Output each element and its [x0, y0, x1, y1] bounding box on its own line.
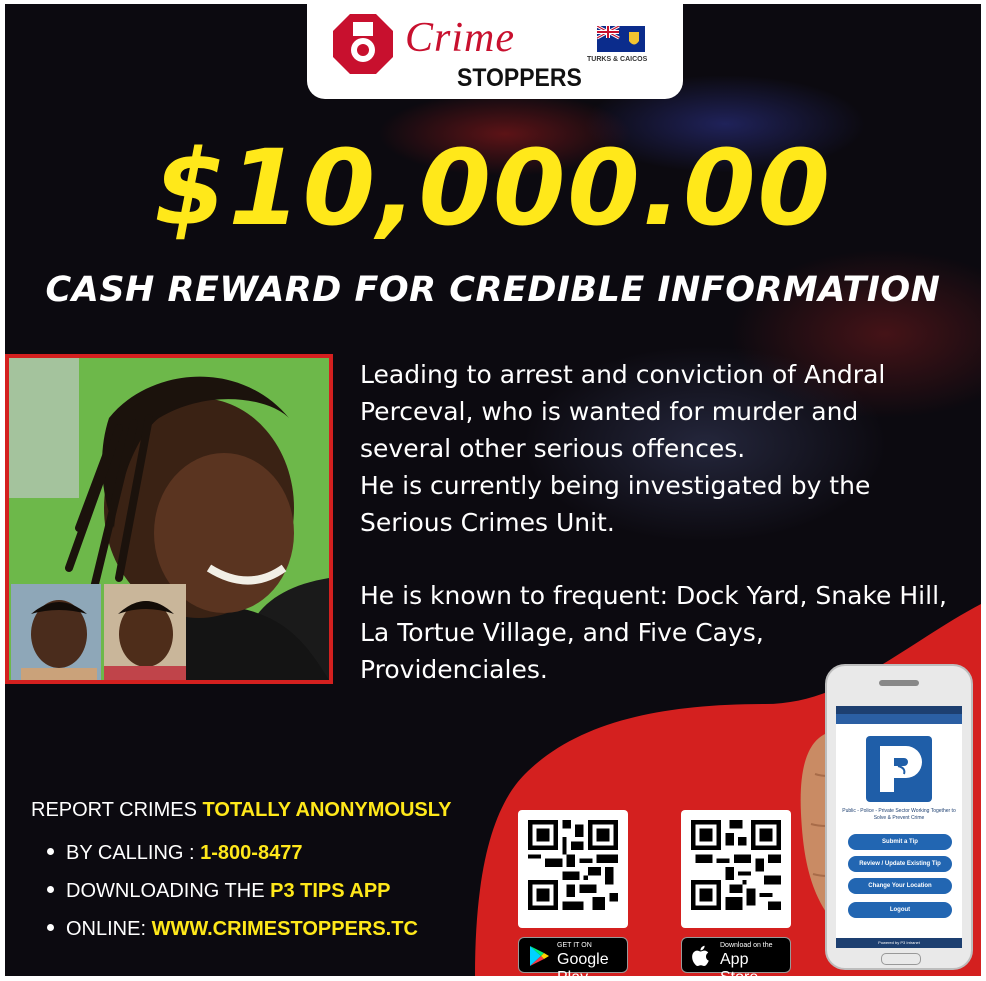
logo-crime-text: Crime — [405, 15, 515, 61]
app-name: P3 TIPS APP — [270, 880, 391, 902]
suspect-photo-inset-1 — [11, 584, 101, 680]
qr-code-google-play[interactable] — [518, 810, 628, 928]
phone-footer: Powered by P3 Intranet — [836, 938, 962, 948]
logo-stoppers-text: STOPPERS — [457, 64, 582, 92]
phone-screen: Public - Police - Private Sector Working… — [836, 706, 962, 948]
bullet-icon — [47, 886, 54, 894]
suspect-photo-inset-2 — [104, 584, 186, 680]
suspect-description: Leading to arrest and conviction of Andr… — [360, 356, 950, 688]
phone-appbar — [836, 714, 962, 724]
description-wanted: Leading to arrest and conviction of Andr… — [360, 360, 886, 463]
submit-tip-button[interactable]: Submit a Tip — [848, 834, 952, 850]
report-heading-highlight: TOTALLY ANONYMOUSLY — [202, 799, 452, 821]
description-investigation: He is currently being investigated by th… — [360, 471, 871, 537]
google-badge-big: Google Play — [557, 951, 609, 976]
p3-logo-icon — [866, 736, 932, 802]
report-heading-prefix: REPORT CRIMES — [31, 799, 197, 821]
p3-tagline: Public - Police - Private Sector Working… — [842, 808, 956, 821]
octagon-badge-icon — [333, 14, 393, 74]
qr-code-icon — [528, 820, 618, 910]
phone-speaker — [879, 680, 919, 686]
method-online-label: ONLINE: — [66, 918, 147, 940]
google-play-icon — [530, 946, 549, 966]
apple-badge-small: Download on the — [720, 942, 773, 949]
flag-caption: TURKS & CAICOS — [587, 56, 648, 63]
change-location-button[interactable]: Change Your Location — [848, 878, 952, 894]
apple-badge-big: App Store — [720, 951, 758, 976]
method-calling: BY CALLING : 1-800-8477 — [47, 842, 302, 865]
method-app-label: DOWNLOADING THE — [66, 880, 265, 902]
app-store-badge[interactable]: Download on the App Store — [681, 937, 791, 976]
website-link[interactable]: WWW.CRIMESTOPPERS.TC — [152, 918, 418, 940]
bullet-icon — [47, 848, 54, 856]
review-tip-button[interactable]: Review / Update Existing Tip — [848, 856, 952, 872]
phone-statusbar — [836, 706, 962, 714]
reward-poster: Crime STOPPERS TURKS & CAICOS $10,000.00… — [5, 4, 981, 976]
bullet-icon — [47, 924, 54, 932]
method-calling-label: BY CALLING : — [66, 842, 195, 864]
method-online: ONLINE: WWW.CRIMESTOPPERS.TC — [47, 918, 418, 941]
turks-caicos-flag-icon — [597, 26, 645, 52]
crime-stoppers-logo: Crime STOPPERS TURKS & CAICOS — [307, 4, 683, 99]
suspect-photo-frame — [5, 354, 333, 684]
qr-code-app-store[interactable] — [681, 810, 791, 928]
phone-number[interactable]: 1-800-8477 — [200, 842, 302, 864]
method-app: DOWNLOADING THE P3 TIPS APP — [47, 880, 391, 903]
report-heading: REPORT CRIMES TOTALLY ANONYMOUSLY — [31, 799, 451, 822]
reward-subtitle: CASH REWARD FOR CREDIBLE INFORMATION — [45, 270, 941, 310]
qr-code-icon — [691, 820, 781, 910]
phone-home-button — [881, 953, 921, 965]
reward-amount: $10,000.00 — [154, 127, 832, 249]
logout-button[interactable]: Logout — [848, 902, 952, 918]
apple-icon — [692, 945, 709, 966]
google-play-badge[interactable]: GET IT ON Google Play — [518, 937, 628, 976]
phone-mockup: Public - Police - Private Sector Working… — [825, 664, 973, 970]
google-badge-small: GET IT ON — [557, 942, 592, 949]
